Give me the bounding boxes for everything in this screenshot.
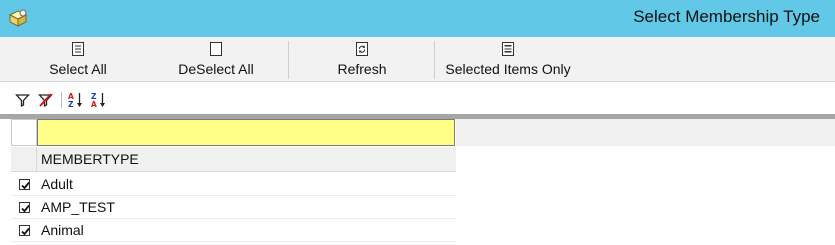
window-title: Select Membership Type [633,7,820,26]
filter-sort-toolbar: A Z Z A [0,82,835,114]
grid-empty-area [456,119,835,146]
table-row[interactable]: Adult [11,173,456,196]
svg-text:A: A [91,100,97,108]
table-row[interactable]: AMP_TEST [11,196,456,219]
header-selector-cell [11,147,37,172]
title-bar: Select Membership Type [0,0,835,37]
toolbar-divider [61,92,62,108]
ribbon-divider [288,41,289,79]
sort-ascending-icon[interactable]: A Z [68,92,83,109]
refresh-button[interactable]: Refresh [330,37,394,81]
clear-filter-icon[interactable] [38,92,53,108]
filter-row-selector [11,119,37,146]
filter-icon[interactable] [15,92,30,108]
membertype-cell: Adult [41,176,73,192]
deselect-all-button[interactable]: DeSelect All [168,37,264,81]
select-all-button[interactable]: Select All [40,37,116,81]
row-checkbox[interactable] [19,225,30,236]
refresh-icon [355,41,369,57]
membertype-cell: AMP_TEST [41,199,115,215]
refresh-label: Refresh [337,61,387,77]
selected-items-only-button[interactable]: Selected Items Only [438,37,578,81]
grid-filter-row [11,119,456,146]
select-all-icon [71,41,85,57]
grid-header-row: MEMBERTYPE [11,147,456,172]
sort-descending-icon[interactable]: Z A [91,92,106,109]
svg-text:Z: Z [68,100,74,108]
row-checkbox[interactable] [19,179,30,190]
table-row[interactable]: Animal [11,219,456,242]
membertype-cell: Animal [41,222,84,238]
ribbon-toolbar: Select All DeSelect All Refresh Selected… [0,37,835,82]
row-checkbox[interactable] [19,202,30,213]
selected-items-only-icon [501,41,515,57]
deselect-all-label: DeSelect All [178,61,254,77]
app-box-icon[interactable] [7,8,29,28]
deselect-all-icon [209,41,223,57]
selected-items-only-label: Selected Items Only [445,61,571,77]
ribbon-divider [434,41,435,79]
column-filter-input[interactable] [37,119,455,146]
select-all-label: Select All [49,61,107,77]
column-header-membertype[interactable]: MEMBERTYPE [41,151,139,167]
